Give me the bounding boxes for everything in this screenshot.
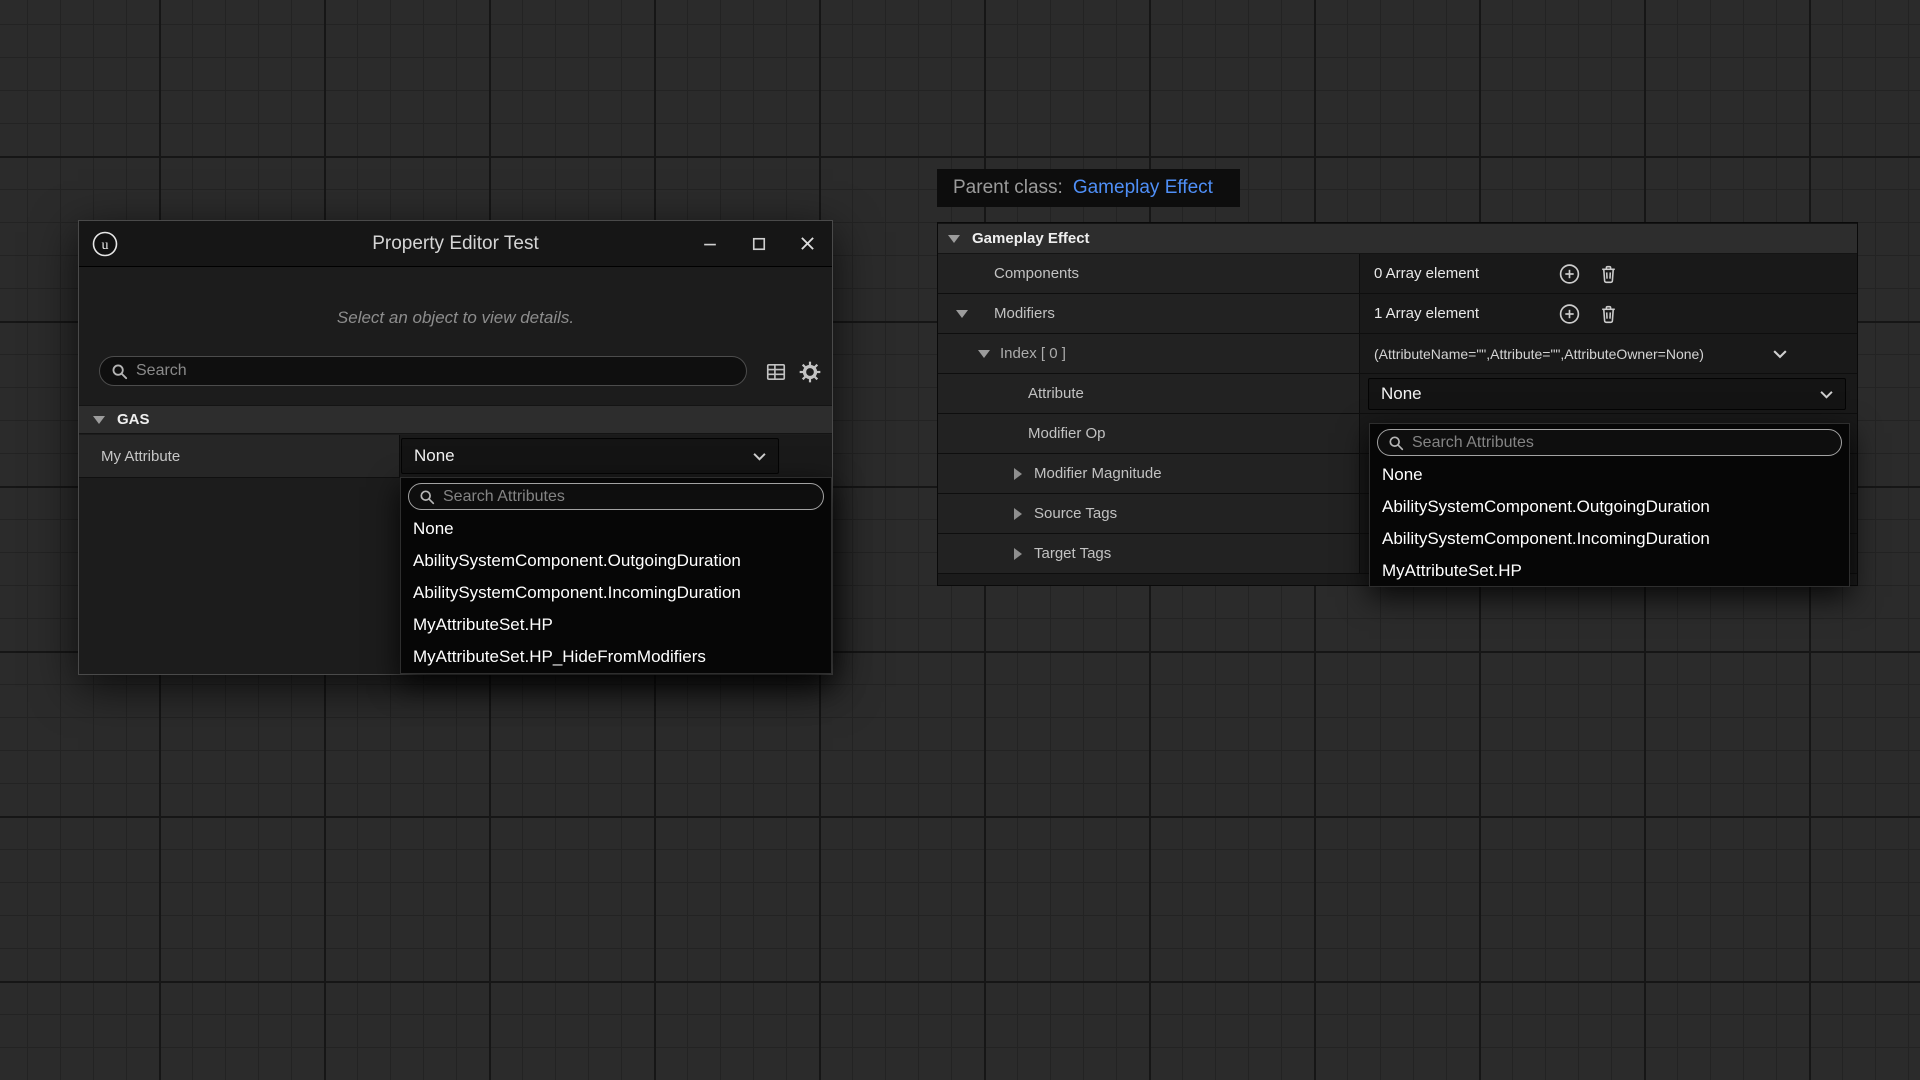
row-name-cell: Modifier Op <box>938 414 1360 453</box>
chevron-down-icon[interactable] <box>1773 349 1787 359</box>
modifier-magnitude-label: Modifier Magnitude <box>938 465 1162 482</box>
details-search-box[interactable] <box>99 356 747 386</box>
category-label: GAS <box>117 411 150 428</box>
row-value-cell: (AttributeName="",Attribute="",Attribute… <box>1360 334 1857 373</box>
search-input[interactable] <box>136 362 735 380</box>
dropdown-value: None <box>1381 384 1422 404</box>
details-panel: Gameplay Effect Components 0 Array eleme… <box>937 222 1858 586</box>
attribute-option[interactable]: AbilitySystemComponent.OutgoingDuration <box>401 545 831 577</box>
chevron-down-icon <box>753 452 766 461</box>
popup-search-box[interactable] <box>1377 429 1842 456</box>
row-name-cell: Source Tags <box>938 494 1360 533</box>
attribute-option[interactable]: MyAttributeSet.HP_HideFromModifiers <box>401 641 831 673</box>
category-expand-icon <box>93 416 105 424</box>
chevron-down-icon <box>1820 390 1833 399</box>
add-element-icon[interactable] <box>1558 302 1581 325</box>
row-name-cell: Index [ 0 ] <box>938 334 1360 373</box>
collapse-arrow-icon[interactable] <box>1014 548 1022 560</box>
attribute-picker-popup: None AbilitySystemComponent.OutgoingDura… <box>400 477 832 674</box>
category-gas[interactable]: GAS <box>79 405 832 434</box>
expand-arrow-icon[interactable] <box>978 350 990 358</box>
popup-search-box[interactable] <box>408 483 824 510</box>
struct-summary: (AttributeName="",Attribute="",Attribute… <box>1374 346 1704 362</box>
row-name-cell: Modifiers <box>938 294 1360 333</box>
attribute-picker-popup: None AbilitySystemComponent.OutgoingDura… <box>1369 423 1850 587</box>
property-name-cell: My Attribute <box>79 435 400 477</box>
my-attribute-label: My Attribute <box>101 448 180 465</box>
property-value-cell: None <box>400 435 832 477</box>
svg-text:u: u <box>102 238 109 253</box>
category-label: Gameplay Effect <box>972 230 1090 247</box>
delete-array-icon[interactable] <box>1598 263 1619 284</box>
dropdown-value: None <box>414 446 455 466</box>
row-value-cell: 0 Array element <box>1360 254 1857 293</box>
window-controls <box>685 221 832 266</box>
add-element-icon[interactable] <box>1558 262 1581 285</box>
row-value-cell: 1 Array element <box>1360 294 1857 333</box>
parent-class-link[interactable]: Gameplay Effect <box>1073 177 1213 199</box>
attribute-dropdown[interactable]: None <box>1368 378 1846 410</box>
search-toolbar <box>79 356 832 386</box>
window-titlebar[interactable]: u Property Editor Test <box>79 221 832 267</box>
parent-class-label: Parent class: <box>953 177 1063 199</box>
collapse-arrow-icon[interactable] <box>1014 468 1022 480</box>
unreal-logo-icon: u <box>91 230 119 258</box>
attribute-label: Attribute <box>938 385 1084 402</box>
search-icon <box>1388 435 1404 451</box>
attribute-option[interactable]: None <box>1370 459 1849 491</box>
modifiers-row: Modifiers 1 Array element <box>938 294 1857 334</box>
display-options-icon[interactable] <box>763 359 789 385</box>
row-value-cell: None <box>1360 374 1857 413</box>
category-expand-icon <box>948 235 960 243</box>
close-button[interactable] <box>783 221 832 266</box>
search-icon <box>111 363 128 380</box>
row-name-cell: Components <box>938 254 1360 293</box>
property-editor-window: u Property Editor Test Select an object … <box>78 220 833 675</box>
delete-array-icon[interactable] <box>1598 303 1619 324</box>
window-body: Select an object to view details. <box>79 268 832 674</box>
row-name-cell: Attribute <box>938 374 1360 413</box>
attribute-option[interactable]: MyAttributeSet.HP <box>401 609 831 641</box>
index-label: Index [ 0 ] <box>938 345 1066 362</box>
expand-arrow-icon[interactable] <box>956 310 968 318</box>
attribute-option[interactable]: AbilitySystemComponent.IncomingDuration <box>1370 523 1849 555</box>
attribute-option[interactable]: MyAttributeSet.HP <box>1370 555 1849 587</box>
components-label: Components <box>938 265 1079 282</box>
minimize-button[interactable] <box>685 221 734 266</box>
blueprint-grid-canvas[interactable]: u Property Editor Test Select an object … <box>0 0 1920 1080</box>
category-gameplay-effect[interactable]: Gameplay Effect <box>938 223 1857 254</box>
my-attribute-dropdown[interactable]: None <box>401 438 779 474</box>
attribute-option[interactable]: None <box>401 513 831 545</box>
row-name-cell: Target Tags <box>938 534 1360 573</box>
settings-gear-icon[interactable] <box>797 359 823 385</box>
array-count: 1 Array element <box>1374 305 1479 322</box>
target-tags-label: Target Tags <box>938 545 1111 562</box>
parent-class-bar: Parent class: Gameplay Effect <box>937 169 1240 207</box>
array-count: 0 Array element <box>1374 265 1479 282</box>
attribute-row: Attribute None <box>938 374 1857 414</box>
components-row: Components 0 Array element <box>938 254 1857 294</box>
row-name-cell: Modifier Magnitude <box>938 454 1360 493</box>
index-0-row: Index [ 0 ] (AttributeName="",Attribute=… <box>938 334 1857 374</box>
source-tags-label: Source Tags <box>938 505 1117 522</box>
modifier-op-label: Modifier Op <box>938 425 1106 442</box>
my-attribute-row: My Attribute None <box>79 435 832 478</box>
empty-selection-text: Select an object to view details. <box>79 308 832 328</box>
maximize-button[interactable] <box>734 221 783 266</box>
attribute-option[interactable]: AbilitySystemComponent.OutgoingDuration <box>1370 491 1849 523</box>
collapse-arrow-icon[interactable] <box>1014 508 1022 520</box>
attribute-option[interactable]: AbilitySystemComponent.IncomingDuration <box>401 577 831 609</box>
popup-search-input[interactable] <box>443 488 813 506</box>
search-icon <box>419 489 435 505</box>
popup-search-input[interactable] <box>1412 434 1831 452</box>
